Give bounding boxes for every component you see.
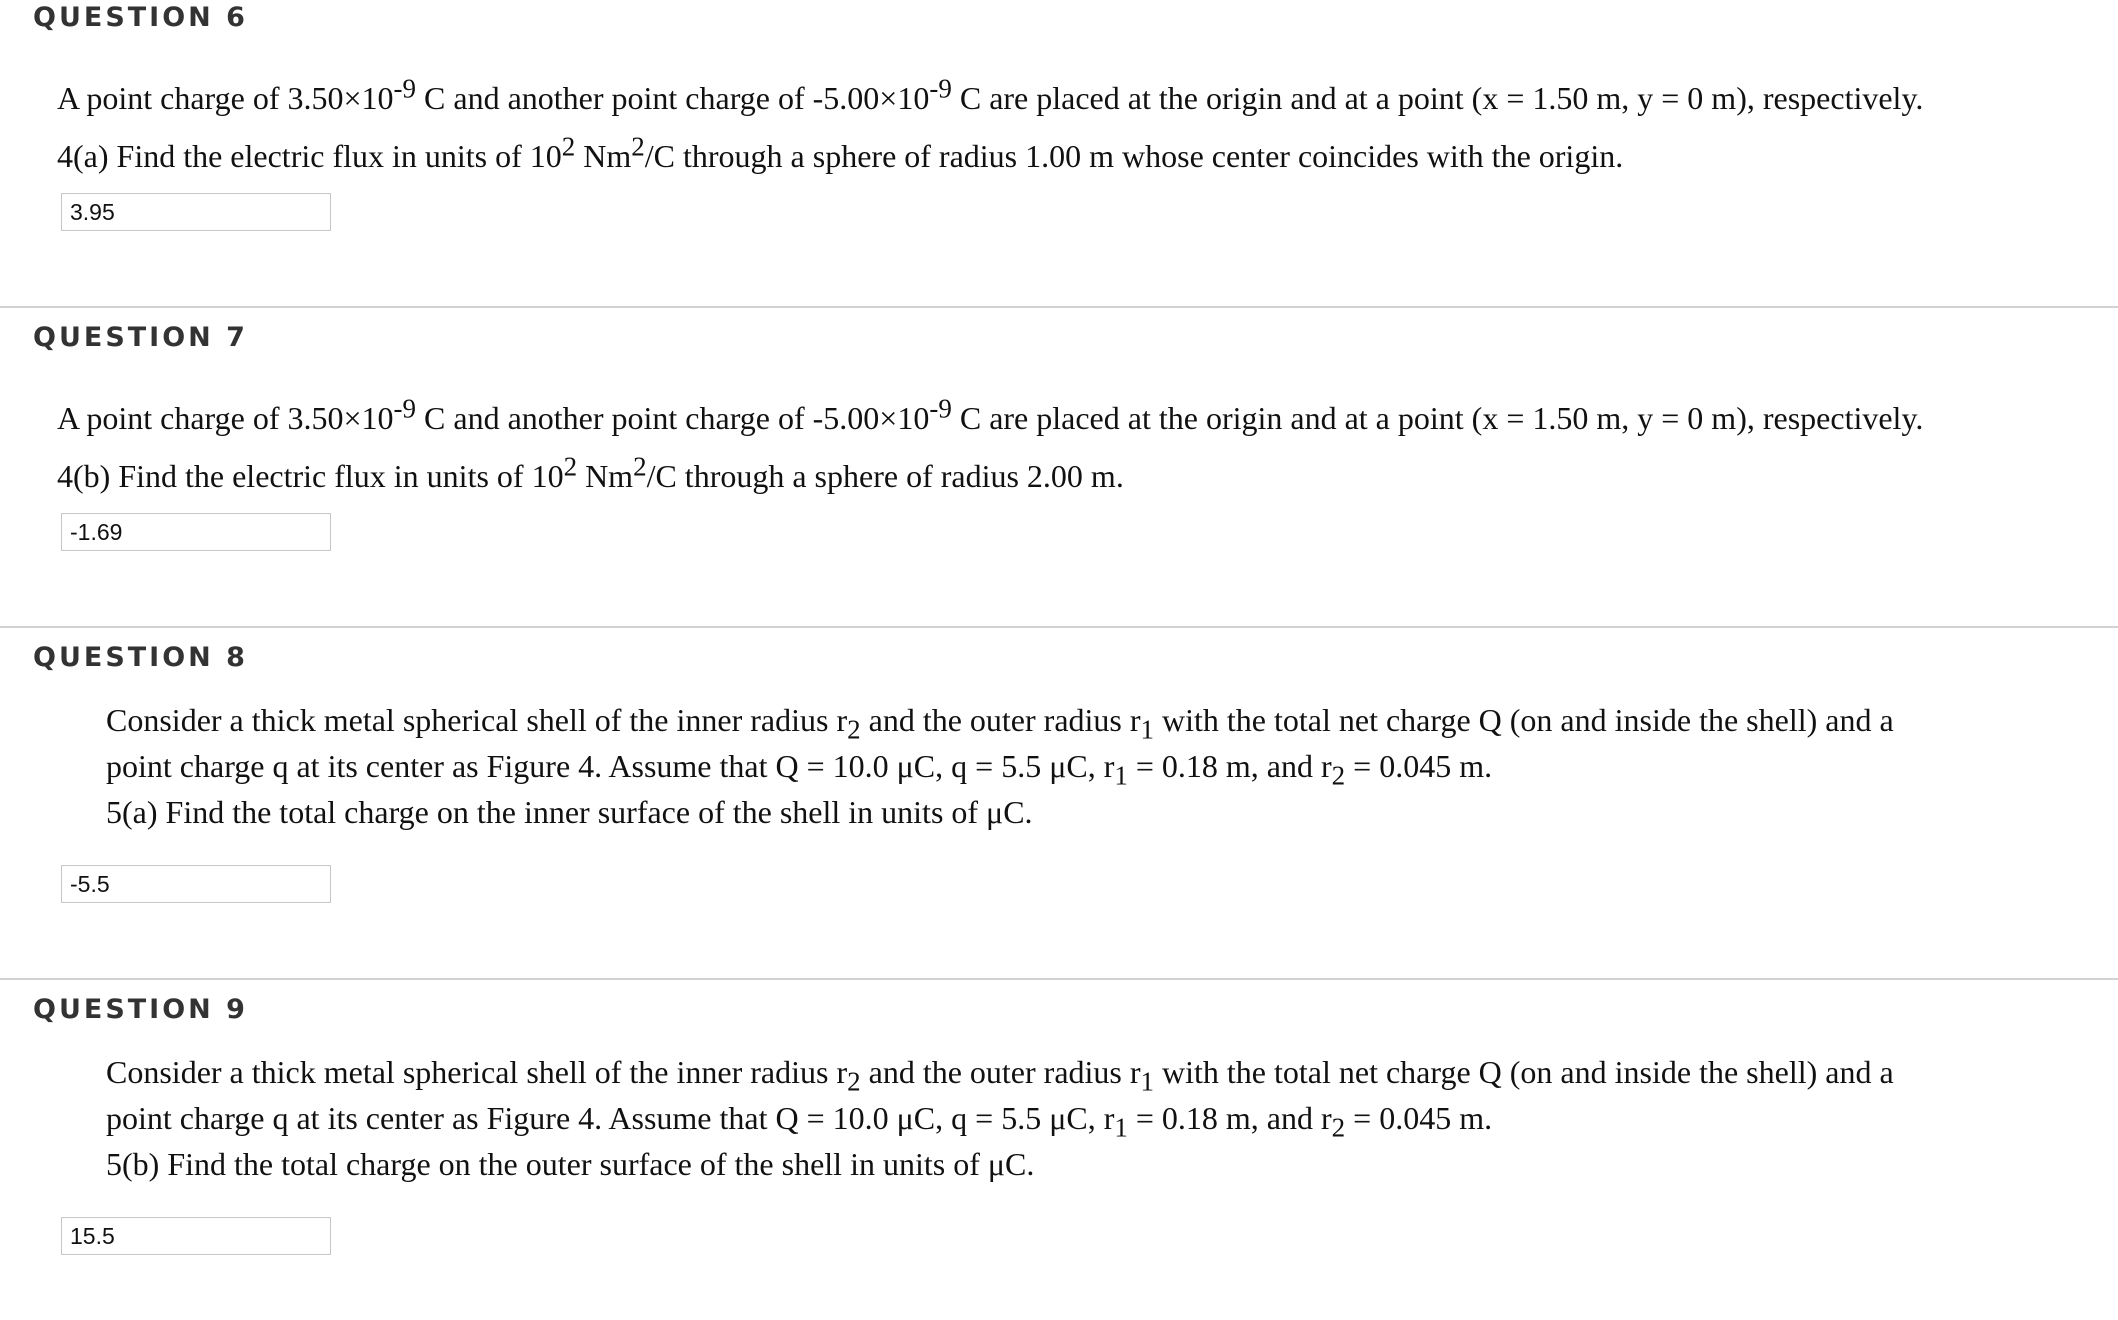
question-9-answer-field[interactable]: 15.5: [61, 1217, 331, 1255]
question-6-prompt: 4(a) Find the electric flux in units of …: [57, 131, 1624, 174]
section-divider: [0, 306, 2118, 308]
question-9-title: QUESTION 9: [33, 994, 248, 1025]
question-6-statement: A point charge of 3.50×10-9 C and anothe…: [57, 73, 1924, 116]
question-7-title: QUESTION 7: [33, 322, 248, 353]
question-9-line-2: point charge q at its center as Figure 4…: [106, 1100, 1493, 1143]
question-9-line-3: 5(b) Find the total charge on the outer …: [106, 1146, 1035, 1182]
question-7-answer-field[interactable]: -1.69: [61, 513, 331, 551]
question-7-prompt: 4(b) Find the electric flux in units of …: [57, 451, 1124, 494]
question-7-statement: A point charge of 3.50×10-9 C and anothe…: [57, 393, 1924, 436]
question-8-line-1: Consider a thick metal spherical shell o…: [106, 702, 1894, 745]
question-6-answer-field[interactable]: 3.95: [61, 193, 331, 231]
section-divider: [0, 978, 2118, 980]
question-8-answer-field[interactable]: -5.5: [61, 865, 331, 903]
question-8-title: QUESTION 8: [33, 642, 248, 673]
question-9-line-1: Consider a thick metal spherical shell o…: [106, 1054, 1894, 1097]
question-8-line-3: 5(a) Find the total charge on the inner …: [106, 794, 1033, 830]
question-8-line-2: point charge q at its center as Figure 4…: [106, 748, 1493, 791]
question-6-title: QUESTION 6: [33, 2, 248, 33]
section-divider: [0, 626, 2118, 628]
